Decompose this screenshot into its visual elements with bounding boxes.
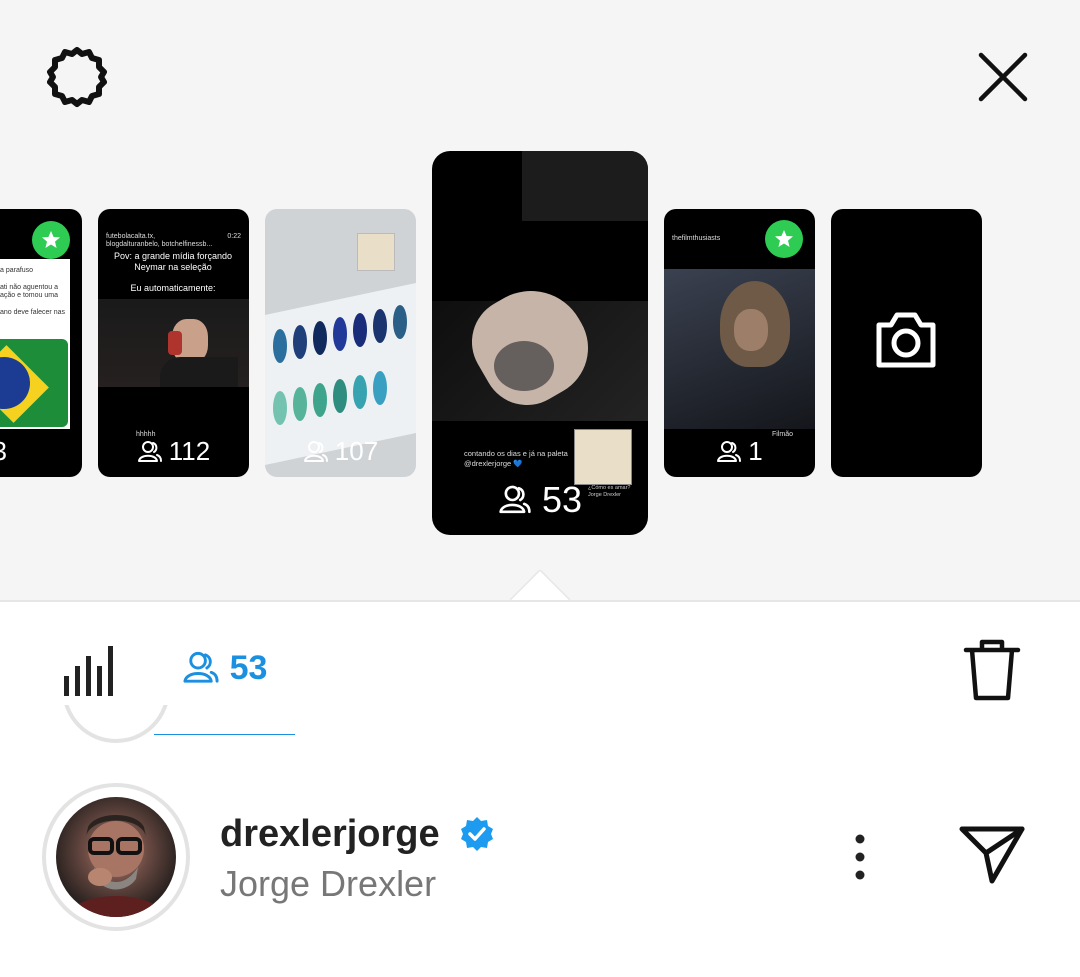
- story-viewer-count: 112: [168, 436, 211, 466]
- viewer-username[interactable]: drexlerjorge: [220, 813, 440, 856]
- close-button[interactable]: [968, 42, 1038, 112]
- viewer-list-item[interactable]: drexlerjorge Jorge Drexler: [0, 705, 1080, 977]
- story-time: 0:22: [227, 233, 241, 240]
- story-viewer-count: 1: [748, 436, 763, 466]
- tab-insights[interactable]: [62, 642, 114, 698]
- send-icon: [959, 826, 1025, 884]
- star-icon: [42, 231, 60, 248]
- story-viewer-count: 53: [541, 479, 583, 520]
- story-thumbnail-selected[interactable]: contando os dias e já na paleta @drexler…: [432, 151, 648, 535]
- viewers-icon: [499, 485, 531, 514]
- viewers-icon: [183, 651, 219, 683]
- close-icon: [978, 52, 1028, 102]
- camera-icon: [876, 312, 936, 368]
- selection-pointer: [510, 570, 570, 600]
- viewers-count: 53: [229, 648, 268, 687]
- gear-icon: [47, 47, 107, 107]
- tab-viewers[interactable]: 53: [154, 602, 295, 734]
- story-caption-secondary: Eu automaticamente:: [130, 283, 216, 293]
- bar-chart-icon: [64, 646, 113, 696]
- add-story-button[interactable]: [831, 209, 982, 477]
- settings-button[interactable]: [42, 42, 112, 112]
- story-thumbnail[interactable]: thefilmthusiasts Filmão 1: [664, 209, 815, 477]
- avatar-ring[interactable]: [42, 783, 190, 931]
- story-caption: Pov: a grande mídia forçando Neymar na s…: [113, 251, 233, 272]
- story-tray: a parafuso ati não aguentou a ação e tomou…: [0, 0, 1080, 600]
- close-friends-badge: [32, 221, 70, 259]
- more-vertical-icon: [855, 834, 865, 880]
- story-viewer-count: 107: [334, 436, 379, 466]
- trash-icon: [963, 639, 1021, 701]
- viewers-icon: [303, 440, 328, 462]
- star-icon: [775, 230, 793, 247]
- story-thumbnail[interactable]: a parafuso ati não aguentou a ação e tomou…: [0, 209, 82, 477]
- send-message-button[interactable]: [958, 823, 1026, 885]
- story-viewer-count: 53: [0, 436, 7, 467]
- viewer-full-name: Jorge Drexler: [220, 863, 437, 904]
- viewers-icon: [717, 440, 742, 462]
- previous-viewer-avatar: [62, 705, 170, 745]
- story-caption: contando os dias e já na paleta @drexler…: [464, 449, 568, 468]
- close-friends-badge: [765, 220, 803, 258]
- avatar: [56, 797, 176, 917]
- delete-story-button[interactable]: [960, 636, 1024, 704]
- more-options-button[interactable]: [845, 832, 875, 882]
- verified-badge-icon: [461, 817, 493, 851]
- viewers-icon: [137, 440, 162, 462]
- story-thumbnail[interactable]: futebolacalta.tx, blogdalturanbelo, botch…: [98, 209, 249, 477]
- story-thumbnail[interactable]: 107: [265, 209, 416, 477]
